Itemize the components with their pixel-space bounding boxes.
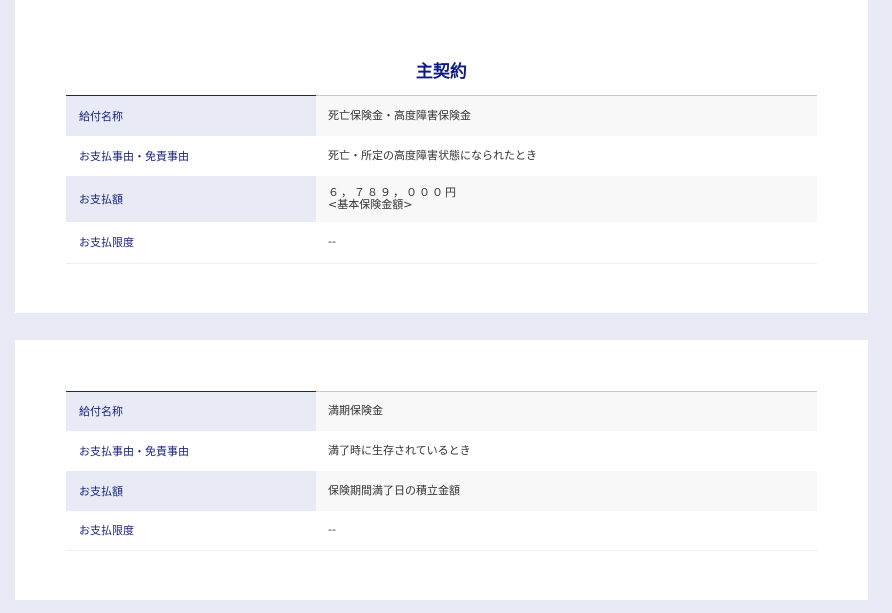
table-row: お支払事由・免責事由 死亡・所定の高度障害状態になられたとき (66, 135, 817, 176)
row-label: 給付名称 (66, 95, 316, 136)
row-value: 死亡保険金・高度障害保険金 (316, 95, 817, 136)
table-row: 給付名称 死亡保険金・高度障害保険金 (66, 95, 817, 136)
table-row: お支払額 保険期間満了日の積立金額 (66, 470, 817, 511)
benefit-table: 給付名称 満期保険金 お支払事由・免責事由 満了時に生存されているとき お支払額… (66, 391, 817, 551)
row-label: お支払限度 (66, 221, 316, 264)
row-label: お支払限度 (66, 510, 316, 551)
row-value: -- (316, 510, 817, 551)
benefit-table: 給付名称 死亡保険金・高度障害保険金 お支払事由・免責事由 死亡・所定の高度障害… (66, 95, 817, 264)
row-value: 満期保険金 (316, 391, 817, 431)
row-label: 給付名称 (66, 391, 316, 431)
row-label: お支払事由・免責事由 (66, 135, 316, 176)
table-row: お支払事由・免責事由 満了時に生存されているとき (66, 430, 817, 471)
row-value: 保険期間満了日の積立金額 (316, 470, 817, 511)
row-value: 死亡・所定の高度障害状態になられたとき (316, 135, 817, 176)
row-label: お支払事由・免責事由 (66, 430, 316, 471)
table-row: 給付名称 満期保険金 (66, 391, 817, 431)
second-contract-card: 給付名称 満期保険金 お支払事由・免責事由 満了時に生存されているとき お支払額… (15, 340, 868, 600)
card-title: 主契約 (416, 62, 467, 83)
table-row: お支払限度 -- (66, 510, 817, 551)
payment-amount: ６，７８９，０００円 (328, 185, 458, 199)
row-value: ６，７８９，０００円 <基本保険金額> (316, 175, 817, 222)
main-contract-card: 主契約 給付名称 死亡保険金・高度障害保険金 お支払事由・免責事由 死亡・所定の… (15, 0, 868, 313)
table-row: お支払額 ６，７８９，０００円 <基本保険金額> (66, 175, 817, 222)
row-label: お支払額 (66, 470, 316, 511)
row-value: 満了時に生存されているとき (316, 430, 817, 471)
table-row: お支払限度 -- (66, 221, 817, 264)
row-label: お支払額 (66, 175, 316, 222)
row-value: -- (316, 221, 817, 264)
payment-amount-note: <基本保険金額> (328, 197, 413, 211)
